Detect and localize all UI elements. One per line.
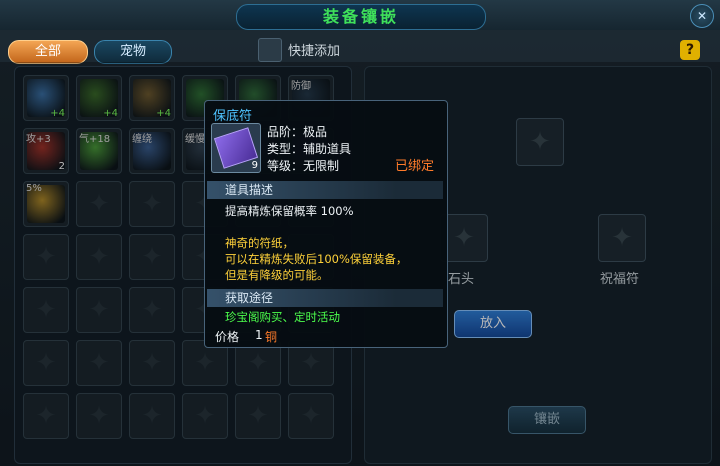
quick-add-label: 快捷添加 (288, 44, 341, 59)
inventory-slot-sword[interactable]: +4 (23, 75, 69, 121)
slot-label: 防御 (291, 81, 311, 92)
empty-slot[interactable] (23, 393, 69, 439)
bound-status: 已绑定 (395, 159, 435, 174)
source-header: 获取途径 (207, 289, 443, 307)
put-in-button[interactable]: 放入 (454, 310, 532, 338)
inlay-button[interactable]: 镶嵌 (508, 406, 586, 434)
inventory-slot-bracer[interactable]: 缠绕 (129, 128, 175, 174)
empty-slot[interactable] (76, 181, 122, 227)
empty-slot[interactable] (76, 393, 122, 439)
empty-slot[interactable] (235, 393, 281, 439)
item-level: 等级：无限制 (267, 159, 340, 173)
inventory-slot-boots[interactable]: +4 (76, 75, 122, 121)
item-tooltip: 保底符 9 品阶：极品 类型：辅助道具 等级：无限制 已绑定 道具描述 提高精炼… (204, 100, 448, 348)
inventory-slot-armor[interactable]: +4 (129, 75, 175, 121)
empty-slot[interactable] (129, 234, 175, 280)
inventory-slot-attack-gem[interactable]: 攻+3 2 (23, 128, 69, 174)
slot-label: 气+18 (79, 134, 111, 145)
empty-slot[interactable] (23, 234, 69, 280)
price-value: 1 (255, 328, 263, 342)
empty-slot[interactable] (23, 287, 69, 333)
inventory-slot-talisman-gold[interactable]: 5% (23, 181, 69, 227)
stone-label: 石头 (448, 272, 475, 287)
tab-pet[interactable]: 宠物 (94, 40, 172, 64)
description-line: 提高精炼保留概率 100% (225, 204, 354, 218)
inventory-slot-orb[interactable]: 气+18 (76, 128, 122, 174)
empty-slot[interactable] (76, 234, 122, 280)
item-type: 类型：辅助道具 (267, 142, 352, 156)
equipment-slot[interactable] (516, 118, 564, 166)
price-unit: 铜 (265, 330, 278, 344)
window-title: 装备镶嵌 (236, 4, 486, 30)
slot-label: 缠绕 (132, 134, 152, 145)
quick-add-checkbox[interactable] (258, 38, 282, 62)
item-grade: 品阶：极品 (267, 125, 328, 139)
stack-count: 2 (58, 161, 65, 172)
item-name: 保底符 (213, 109, 253, 124)
empty-slot[interactable] (129, 181, 175, 227)
enhance-badge: +4 (156, 108, 171, 119)
empty-slot[interactable] (129, 340, 175, 386)
price-label: 价格 (215, 330, 240, 344)
enhance-badge: +4 (50, 108, 65, 119)
empty-slot[interactable] (182, 393, 228, 439)
flavor-line-2: 可以在精炼失败后100%保留装备， (225, 252, 408, 266)
enhance-badge: +4 (103, 108, 118, 119)
item-count: 9 (251, 160, 258, 171)
empty-slot[interactable] (23, 340, 69, 386)
empty-slot[interactable] (129, 287, 175, 333)
close-icon[interactable]: ✕ (690, 4, 714, 28)
slot-label: 攻+3 (26, 134, 51, 145)
empty-slot[interactable] (76, 340, 122, 386)
blessing-label: 祝福符 (600, 272, 640, 287)
tab-all[interactable]: 全部 (8, 40, 88, 64)
description-header: 道具描述 (207, 181, 443, 199)
slot-label: 5% (26, 183, 42, 194)
flavor-line-3: 但是有降级的可能。 (225, 268, 329, 282)
talisman-icon: 9 (211, 123, 261, 173)
slot-label: 缓慢 (185, 134, 205, 145)
source-text: 珍宝阁购买、定时活动 (225, 310, 340, 324)
blessing-slot[interactable] (598, 214, 646, 262)
empty-slot[interactable] (76, 287, 122, 333)
flavor-line-1: 神奇的符纸， (225, 236, 294, 250)
help-icon[interactable]: ? (680, 40, 700, 60)
empty-slot[interactable] (129, 393, 175, 439)
empty-slot[interactable] (288, 393, 334, 439)
